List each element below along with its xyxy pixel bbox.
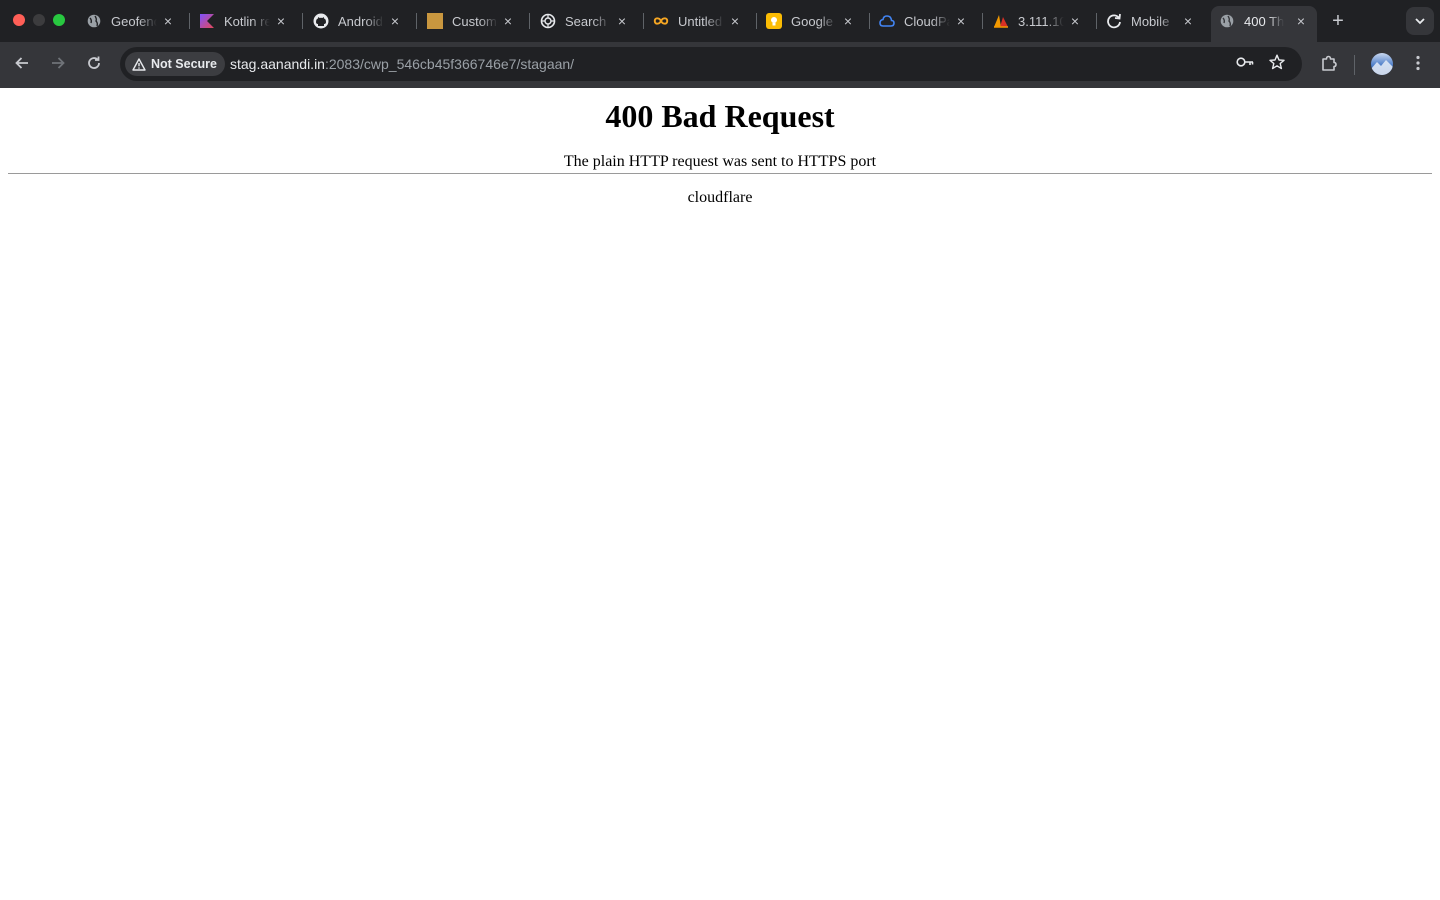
tab-geofence[interactable]: Geofence × <box>78 6 184 36</box>
warning-icon <box>131 56 147 72</box>
tab-search-button[interactable] <box>1406 7 1434 35</box>
window-close-button[interactable] <box>13 14 25 26</box>
tab-kotlin[interactable]: Kotlin reference × <box>191 6 297 36</box>
refresh-circle-icon <box>1106 13 1122 29</box>
tab-separator <box>189 13 190 29</box>
tab-close-button[interactable]: × <box>160 13 176 29</box>
tab-search[interactable]: Search × <box>532 6 638 36</box>
tab-separator <box>529 13 530 29</box>
google-keep-icon <box>766 13 782 29</box>
tab-customer[interactable]: Customer × <box>418 6 524 36</box>
tab-label: Android <box>338 13 383 29</box>
tab-close-button[interactable]: × <box>840 13 856 29</box>
tab-close-button[interactable]: × <box>727 13 743 29</box>
tab-label: Kotlin reference <box>224 13 270 29</box>
forward-button[interactable] <box>46 53 70 77</box>
tab-close-button[interactable]: × <box>1180 13 1196 29</box>
tab-label: Search <box>565 13 607 29</box>
reload-icon <box>86 55 102 76</box>
square-favicon-icon <box>427 13 443 29</box>
arrow-left-icon <box>14 55 30 76</box>
back-button[interactable] <box>10 53 34 77</box>
tab-close-button[interactable]: × <box>614 13 630 29</box>
globe-icon <box>86 13 102 29</box>
chevron-down-icon <box>1414 12 1426 30</box>
window-maximize-button[interactable] <box>53 14 65 26</box>
error-message: The plain HTTP request was sent to HTTPS… <box>563 153 877 170</box>
profile-avatar[interactable] <box>1371 53 1393 75</box>
tab-separator <box>1096 13 1097 29</box>
browser-toolbar: Not Secure stag.aanandi.in:2083/cwp_546c… <box>0 42 1440 88</box>
password-key-button[interactable] <box>1236 55 1254 73</box>
url-text[interactable]: stag.aanandi.in:2083/cwp_546cb45f366746e… <box>230 56 574 72</box>
reload-button[interactable] <box>82 53 106 77</box>
infinity-icon <box>653 13 669 29</box>
tab-strip: Geofence × Kotlin reference × Android × … <box>0 0 1440 42</box>
tab-label: Google <box>791 13 833 29</box>
tab-label: 400 The plain HTTP request was sent to H… <box>1244 13 1284 29</box>
tab-400-active[interactable]: 400 The plain HTTP request was sent to H… <box>1211 6 1317 42</box>
url-host: stag.aanandi.in <box>230 56 325 72</box>
tab-close-button[interactable]: × <box>273 13 289 29</box>
new-tab-button[interactable]: + <box>1326 9 1350 33</box>
puzzle-icon <box>1321 55 1337 76</box>
tab-label: Mobile <box>1131 13 1170 29</box>
toolbar-divider <box>1354 55 1355 75</box>
browser-menu-button[interactable] <box>1406 53 1430 77</box>
tab-cloudpanel[interactable]: CloudPanel × <box>871 6 977 36</box>
url-path: :2083/cwp_546cb45f366746e7/stagaan/ <box>324 56 575 72</box>
star-icon <box>1269 54 1285 75</box>
kotlin-icon <box>199 13 215 29</box>
tab-close-button[interactable]: × <box>953 13 969 29</box>
github-icon <box>313 13 329 29</box>
address-bar[interactable]: Not Secure stag.aanandi.in:2083/cwp_546c… <box>120 47 1302 81</box>
cloud-icon <box>879 13 895 29</box>
page-content: 400 Bad Request The plain HTTP request w… <box>0 88 1440 900</box>
tab-label: Untitled <box>678 13 723 29</box>
key-icon <box>1236 55 1254 73</box>
tab-separator <box>756 13 757 29</box>
openai-icon <box>540 13 556 29</box>
tab-label: Geofence <box>111 13 157 29</box>
tab-separator <box>416 13 417 29</box>
divider <box>8 173 1432 174</box>
server-name: cloudflare <box>687 189 753 206</box>
tab-separator <box>982 13 983 29</box>
security-label: Not Secure <box>151 57 217 71</box>
extensions-button[interactable] <box>1317 53 1341 77</box>
tab-label: CloudPanel <box>904 13 950 29</box>
arrow-right-icon <box>50 55 66 76</box>
tab-ip-address[interactable]: 3.111.10 × <box>985 6 1091 36</box>
tab-close-button[interactable]: × <box>387 13 403 29</box>
tab-untitled[interactable]: Untitled × <box>645 6 751 36</box>
error-heading: 400 Bad Request <box>605 98 835 134</box>
tab-separator <box>869 13 870 29</box>
tab-close-button[interactable]: × <box>1293 13 1309 29</box>
tab-label: Customer <box>452 13 498 29</box>
bookmark-button[interactable] <box>1268 54 1286 75</box>
security-chip[interactable]: Not Secure <box>125 52 225 76</box>
globe-icon <box>1219 13 1235 29</box>
sailboat-icon <box>993 13 1009 29</box>
tab-android-github[interactable]: Android × <box>305 6 411 36</box>
more-vertical-icon <box>1416 55 1420 76</box>
window-minimize-button[interactable] <box>33 14 45 26</box>
tab-label: 3.111.10 <box>1018 13 1064 29</box>
tab-separator <box>643 13 644 29</box>
tab-close-button[interactable]: × <box>1067 13 1083 29</box>
tab-google[interactable]: Google × <box>758 6 864 36</box>
tab-separator <box>302 13 303 29</box>
tab-mobile[interactable]: Mobile × <box>1098 6 1204 36</box>
tab-close-button[interactable]: × <box>500 13 516 29</box>
